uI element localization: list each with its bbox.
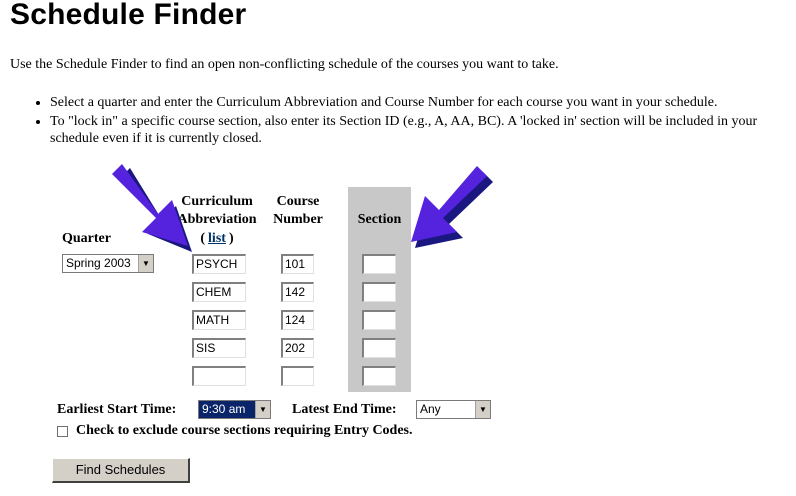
section-input[interactable]: [362, 254, 396, 274]
instruction-item: To "lock in" a specific course section, …: [50, 113, 796, 147]
curriculum-input[interactable]: MATH: [192, 310, 246, 330]
exclude-entry-codes-checkbox[interactable]: [57, 426, 68, 437]
dropdown-arrow-icon[interactable]: ▼: [475, 401, 490, 418]
course-header-line1: Course: [276, 194, 320, 209]
section-input[interactable]: [362, 282, 396, 302]
course-header-line2: Number: [273, 212, 323, 227]
latest-end-select[interactable]: Any ▼: [416, 400, 491, 419]
curriculum-input[interactable]: SIS: [192, 338, 246, 358]
course-number-input[interactable]: 124: [281, 310, 314, 330]
course-number-input[interactable]: [281, 366, 314, 386]
curriculum-input[interactable]: PSYCH: [192, 254, 246, 274]
exclude-entry-codes-label: Check to exclude course sections requiri…: [76, 423, 413, 438]
instructions-list: Select a quarter and enter the Curriculu…: [20, 94, 796, 149]
section-input[interactable]: [362, 338, 396, 358]
list-open-paren: (: [200, 231, 206, 246]
curriculum-input[interactable]: CHEM: [192, 282, 246, 302]
instruction-item: Select a quarter and enter the Curriculu…: [50, 94, 796, 111]
earliest-start-label: Earliest Start Time:: [57, 402, 177, 417]
left-pointer-arrow-icon: [112, 164, 192, 252]
section-input[interactable]: [362, 310, 396, 330]
list-close-paren: ): [228, 231, 234, 246]
latest-end-value: Any: [420, 402, 441, 416]
dropdown-arrow-icon[interactable]: ▼: [255, 401, 270, 418]
earliest-start-select[interactable]: 9:30 am ▼: [198, 400, 271, 419]
section-header: Section: [357, 212, 402, 227]
latest-end-label: Latest End Time:: [292, 402, 397, 417]
curriculum-list-link[interactable]: list: [208, 231, 226, 246]
course-number-input[interactable]: 202: [281, 338, 314, 358]
page-title: Schedule Finder: [10, 0, 247, 31]
right-pointer-arrow-icon: [411, 166, 493, 248]
section-input[interactable]: [362, 366, 396, 386]
earliest-start-value: 9:30 am: [202, 402, 246, 416]
curriculum-input[interactable]: [192, 366, 246, 386]
find-schedules-button[interactable]: Find Schedules: [52, 458, 190, 483]
intro-text: Use the Schedule Finder to find an open …: [10, 57, 559, 72]
course-number-input[interactable]: 101: [281, 254, 314, 274]
course-number-input[interactable]: 142: [281, 282, 314, 302]
